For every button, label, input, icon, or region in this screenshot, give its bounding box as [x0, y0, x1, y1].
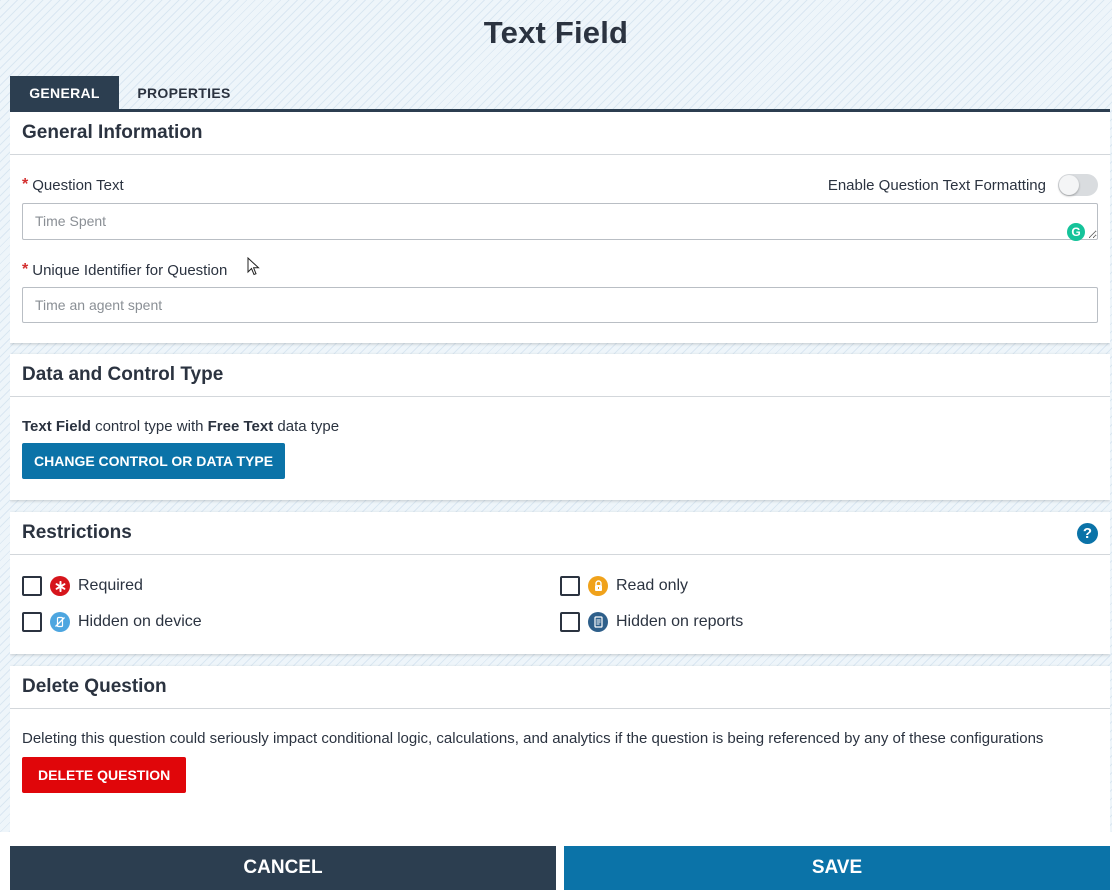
- formatting-toggle-group: Enable Question Text Formatting: [828, 174, 1098, 196]
- control-type-description: Text Field control type with Free Text d…: [22, 417, 1098, 436]
- grammarly-icon[interactable]: G: [1067, 223, 1085, 241]
- data-control-header: Data and Control Type: [10, 354, 1110, 397]
- control-type-connector: control type with: [90, 418, 208, 435]
- hidden-on-reports-checkbox[interactable]: [560, 612, 580, 632]
- unique-identifier-label-text: Unique Identifier for Question: [32, 261, 228, 279]
- question-text-input[interactable]: [22, 203, 1098, 240]
- restriction-hidden-on-reports: Hidden on reports: [560, 611, 1098, 633]
- required-label: Required: [78, 577, 143, 594]
- tab-properties[interactable]: PROPERTIES: [119, 76, 249, 109]
- mouse-cursor-icon: [247, 257, 260, 276]
- help-icon[interactable]: ?: [1077, 522, 1098, 544]
- question-text-label: * Question Text: [22, 176, 124, 194]
- restriction-hidden-on-device: Hidden on device: [22, 611, 560, 633]
- restriction-required: Required: [22, 575, 560, 597]
- hidden-on-device-label: Hidden on device: [78, 613, 202, 630]
- no-device-icon: [50, 612, 70, 632]
- control-type-value: Text Field: [22, 418, 91, 435]
- save-button[interactable]: SAVE: [564, 846, 1110, 890]
- required-marker: *: [22, 261, 29, 278]
- required-checkbox[interactable]: [22, 576, 42, 596]
- data-control-card: Data and Control Type Text Field control…: [10, 354, 1110, 500]
- general-information-header: General Information: [10, 112, 1110, 155]
- asterisk-icon: [50, 576, 70, 596]
- restriction-read-only: Read only: [560, 575, 1098, 597]
- unique-identifier-input[interactable]: [22, 287, 1098, 323]
- formatting-toggle[interactable]: [1058, 174, 1098, 196]
- footer-bar: CANCEL SAVE: [0, 832, 1112, 892]
- hidden-on-device-checkbox[interactable]: [22, 612, 42, 632]
- cancel-button[interactable]: CANCEL: [10, 846, 556, 890]
- change-control-type-button[interactable]: CHANGE CONTROL OR DATA TYPE: [22, 443, 286, 479]
- tab-bar: GENERAL PROPERTIES: [10, 76, 1110, 112]
- tab-general[interactable]: GENERAL: [10, 76, 119, 109]
- delete-question-title: Delete Question: [22, 676, 167, 697]
- delete-question-header: Delete Question: [10, 666, 1110, 709]
- formatting-toggle-label: Enable Question Text Formatting: [827, 176, 1046, 194]
- restrictions-card: Restrictions ? Required Read only Hidden…: [10, 512, 1110, 654]
- data-type-suffix: data type: [273, 418, 340, 435]
- page-title: Text Field: [483, 15, 629, 50]
- hidden-on-reports-label: Hidden on reports: [616, 613, 744, 630]
- form-content: General Information * Question Text Enab…: [10, 112, 1110, 832]
- read-only-checkbox[interactable]: [560, 576, 580, 596]
- restrictions-title: Restrictions: [22, 522, 132, 543]
- lock-icon: [588, 576, 608, 596]
- data-type-value: Free Text: [207, 418, 274, 435]
- data-control-title: Data and Control Type: [22, 364, 224, 385]
- required-marker: *: [22, 176, 29, 193]
- general-information-title: General Information: [22, 122, 203, 143]
- read-only-label: Read only: [616, 577, 689, 594]
- restrictions-header: Restrictions ?: [10, 512, 1110, 555]
- question-text-label-text: Question Text: [32, 176, 124, 194]
- delete-warning-text: Deleting this question could seriously i…: [22, 730, 1044, 747]
- general-information-card: General Information * Question Text Enab…: [10, 112, 1110, 343]
- delete-question-card: Delete Question Deleting this question c…: [10, 666, 1110, 832]
- report-icon: [588, 612, 608, 632]
- unique-identifier-label: * Unique Identifier for Question: [22, 261, 227, 279]
- delete-question-button[interactable]: DELETE QUESTION: [22, 757, 187, 793]
- page-header: Text Field: [0, 0, 1112, 76]
